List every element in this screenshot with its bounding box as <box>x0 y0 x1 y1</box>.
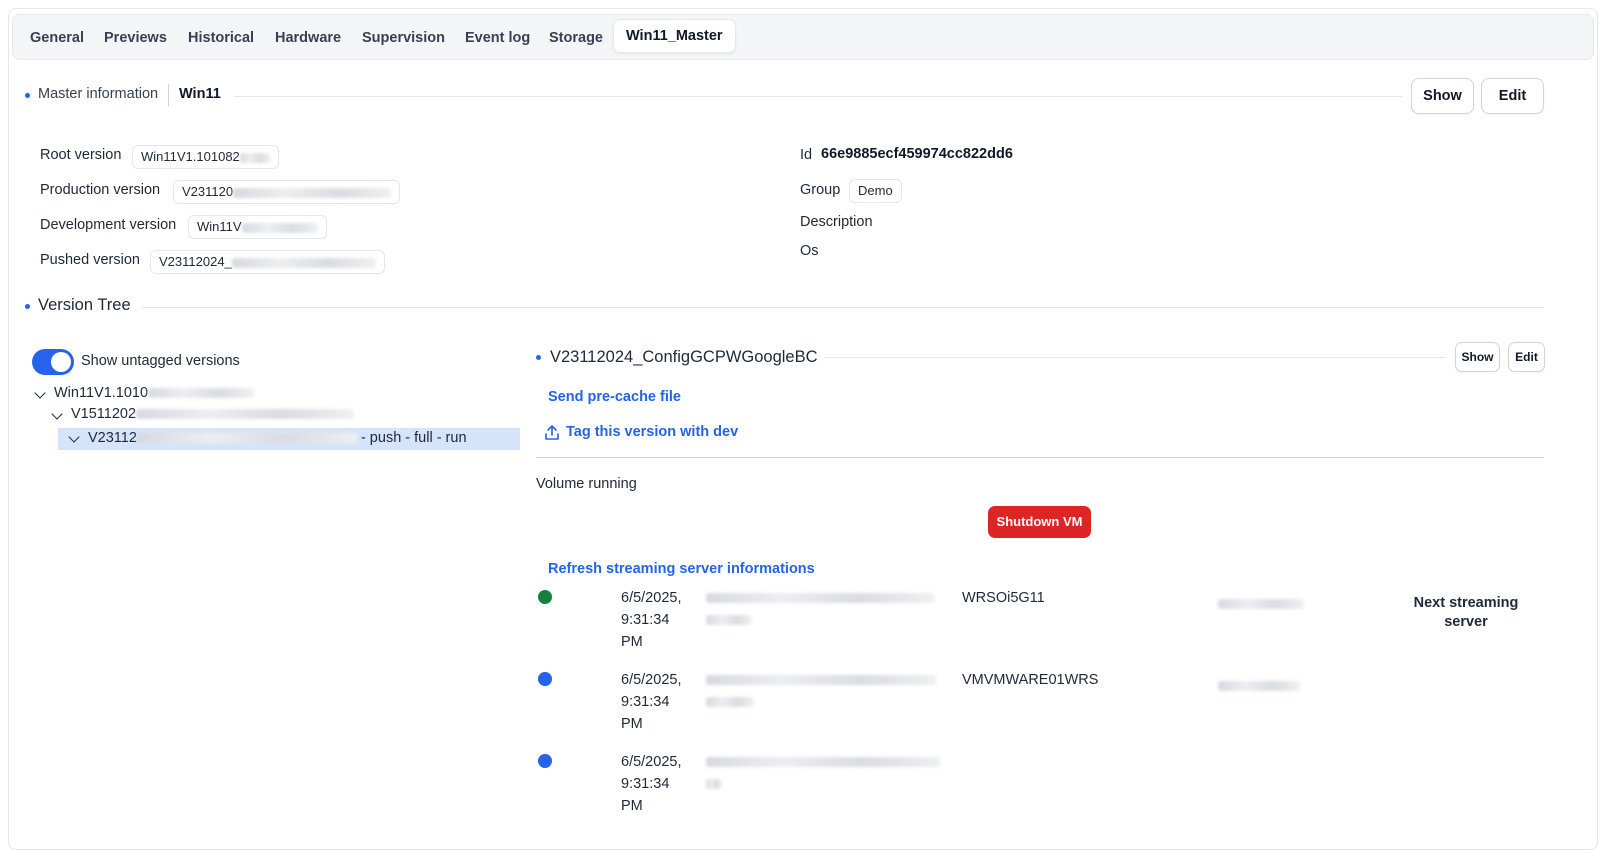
group-label: Group <box>800 182 841 198</box>
redacted-text <box>1218 599 1304 610</box>
server-name: WRSOi5G11 <box>962 590 1045 606</box>
server-name: VMVMWARE01WRS <box>962 672 1099 688</box>
tree-node-child[interactable]: V1511202 <box>71 406 355 422</box>
section-bullet <box>25 304 30 309</box>
time-text: 9:31:34 <box>621 776 670 792</box>
server-ip-redacted <box>1218 675 1300 697</box>
date-text: 6/5/2025, <box>621 754 682 770</box>
redacted-text <box>1218 681 1300 692</box>
tag-version-link[interactable]: Tag this version with dev <box>566 424 738 440</box>
next-streaming-server-link[interactable]: Next streaming server <box>1400 594 1532 632</box>
status-dot <box>538 754 552 768</box>
redacted-text <box>706 615 752 625</box>
redacted-text <box>231 257 376 268</box>
divider <box>168 84 169 106</box>
section-rule <box>824 357 1446 358</box>
tree-node-tags: - push - full - run <box>360 430 467 446</box>
redacted-text <box>233 187 392 198</box>
redacted-text <box>136 433 357 444</box>
pushed-version-label: Pushed version <box>40 252 140 268</box>
untagged-toggle[interactable] <box>32 349 74 375</box>
toggle-knob <box>51 352 71 372</box>
redacted-text <box>148 388 255 399</box>
panel-divider <box>536 457 1544 458</box>
redacted-text <box>241 222 318 233</box>
server-timestamp: 6/5/2025, 9:31:34 PM <box>621 669 681 735</box>
id-value: 66e9885ecf459974cc822dd6 <box>821 146 1013 162</box>
ampm-text: PM <box>621 798 643 814</box>
pushed-version-text: V23112024_ <box>159 254 232 269</box>
root-version-label: Root version <box>40 147 122 163</box>
server-url-redacted <box>706 757 940 789</box>
tab-historical[interactable]: Historical <box>188 22 254 54</box>
section-rule <box>234 96 1402 97</box>
tree-node-root[interactable]: Win11V1.1010 <box>54 385 255 401</box>
pushed-version-value: V23112024_ <box>150 250 385 274</box>
shutdown-vm-button[interactable]: Shutdown VM <box>988 506 1091 538</box>
section-bullet <box>25 93 30 98</box>
group-value-badge: Demo <box>849 179 902 203</box>
version-tree-title: Version Tree <box>38 296 131 314</box>
production-version-value: V231120 <box>173 180 401 204</box>
redacted-text <box>706 675 936 685</box>
selected-version-title: V23112024_ConfigGCPWGoogleBC <box>550 348 818 366</box>
volume-status: Volume running <box>536 476 637 492</box>
tree-node-child-text: V1511202 <box>71 406 137 422</box>
production-version-label: Production version <box>40 182 161 198</box>
server-ip-redacted <box>1218 593 1304 615</box>
status-dot <box>538 590 552 604</box>
redacted-text <box>706 593 934 603</box>
id-label: Id <box>800 147 813 163</box>
server-url-redacted <box>706 593 934 625</box>
tab-win11-master[interactable]: Win11_Master <box>613 19 736 53</box>
master-section-label: Master information <box>38 86 159 102</box>
send-precache-link[interactable]: Send pre-cache file <box>548 389 681 405</box>
version-show-button[interactable]: Show <box>1455 342 1500 372</box>
section-bullet <box>536 355 541 360</box>
server-timestamp: 6/5/2025, 9:31:34 PM <box>621 587 681 653</box>
redacted-text <box>706 697 754 707</box>
tab-supervision[interactable]: Supervision <box>362 22 445 54</box>
server-timestamp: 6/5/2025, 9:31:34 PM <box>621 751 681 817</box>
show-button[interactable]: Show <box>1411 78 1474 114</box>
redacted-text <box>239 152 270 163</box>
root-version-value: Win11V1.101082 <box>132 145 279 169</box>
master-name: Win11 <box>179 86 221 102</box>
production-version-text: V231120 <box>182 184 234 199</box>
redacted-text <box>706 779 722 789</box>
upload-icon <box>545 425 559 440</box>
refresh-streaming-link[interactable]: Refresh streaming server informations <box>548 561 815 577</box>
time-text: 9:31:34 <box>621 694 670 710</box>
tree-node-selected-text: V23112 <box>88 430 137 446</box>
description-label: Description <box>800 214 873 230</box>
toggle-label: Show untagged versions <box>81 353 240 369</box>
status-dot <box>538 672 552 686</box>
redacted-text <box>706 757 940 767</box>
tab-previews[interactable]: Previews <box>104 22 167 54</box>
tree-node-selected[interactable]: V23112 - push - full - run <box>88 430 467 446</box>
root-version-text: Win11V1.101082 <box>141 149 240 164</box>
tree-node-root-text: Win11V1.1010 <box>54 385 149 401</box>
development-version-text: Win11V <box>197 219 242 234</box>
section-rule <box>142 307 1544 308</box>
ampm-text: PM <box>621 634 643 650</box>
development-version-value: Win11V <box>188 215 327 239</box>
time-text: 9:31:34 <box>621 612 670 628</box>
tab-event-log[interactable]: Event log <box>465 22 530 54</box>
version-edit-button[interactable]: Edit <box>1508 342 1545 372</box>
tab-hardware[interactable]: Hardware <box>275 22 341 54</box>
development-version-label: Development version <box>40 217 177 233</box>
tab-general[interactable]: General <box>30 22 84 54</box>
ampm-text: PM <box>621 716 643 732</box>
tab-storage[interactable]: Storage <box>549 22 603 54</box>
edit-button[interactable]: Edit <box>1481 78 1544 114</box>
os-label: Os <box>800 243 819 259</box>
date-text: 6/5/2025, <box>621 672 682 688</box>
date-text: 6/5/2025, <box>621 590 682 606</box>
redacted-text <box>136 409 355 420</box>
server-url-redacted <box>706 675 936 707</box>
